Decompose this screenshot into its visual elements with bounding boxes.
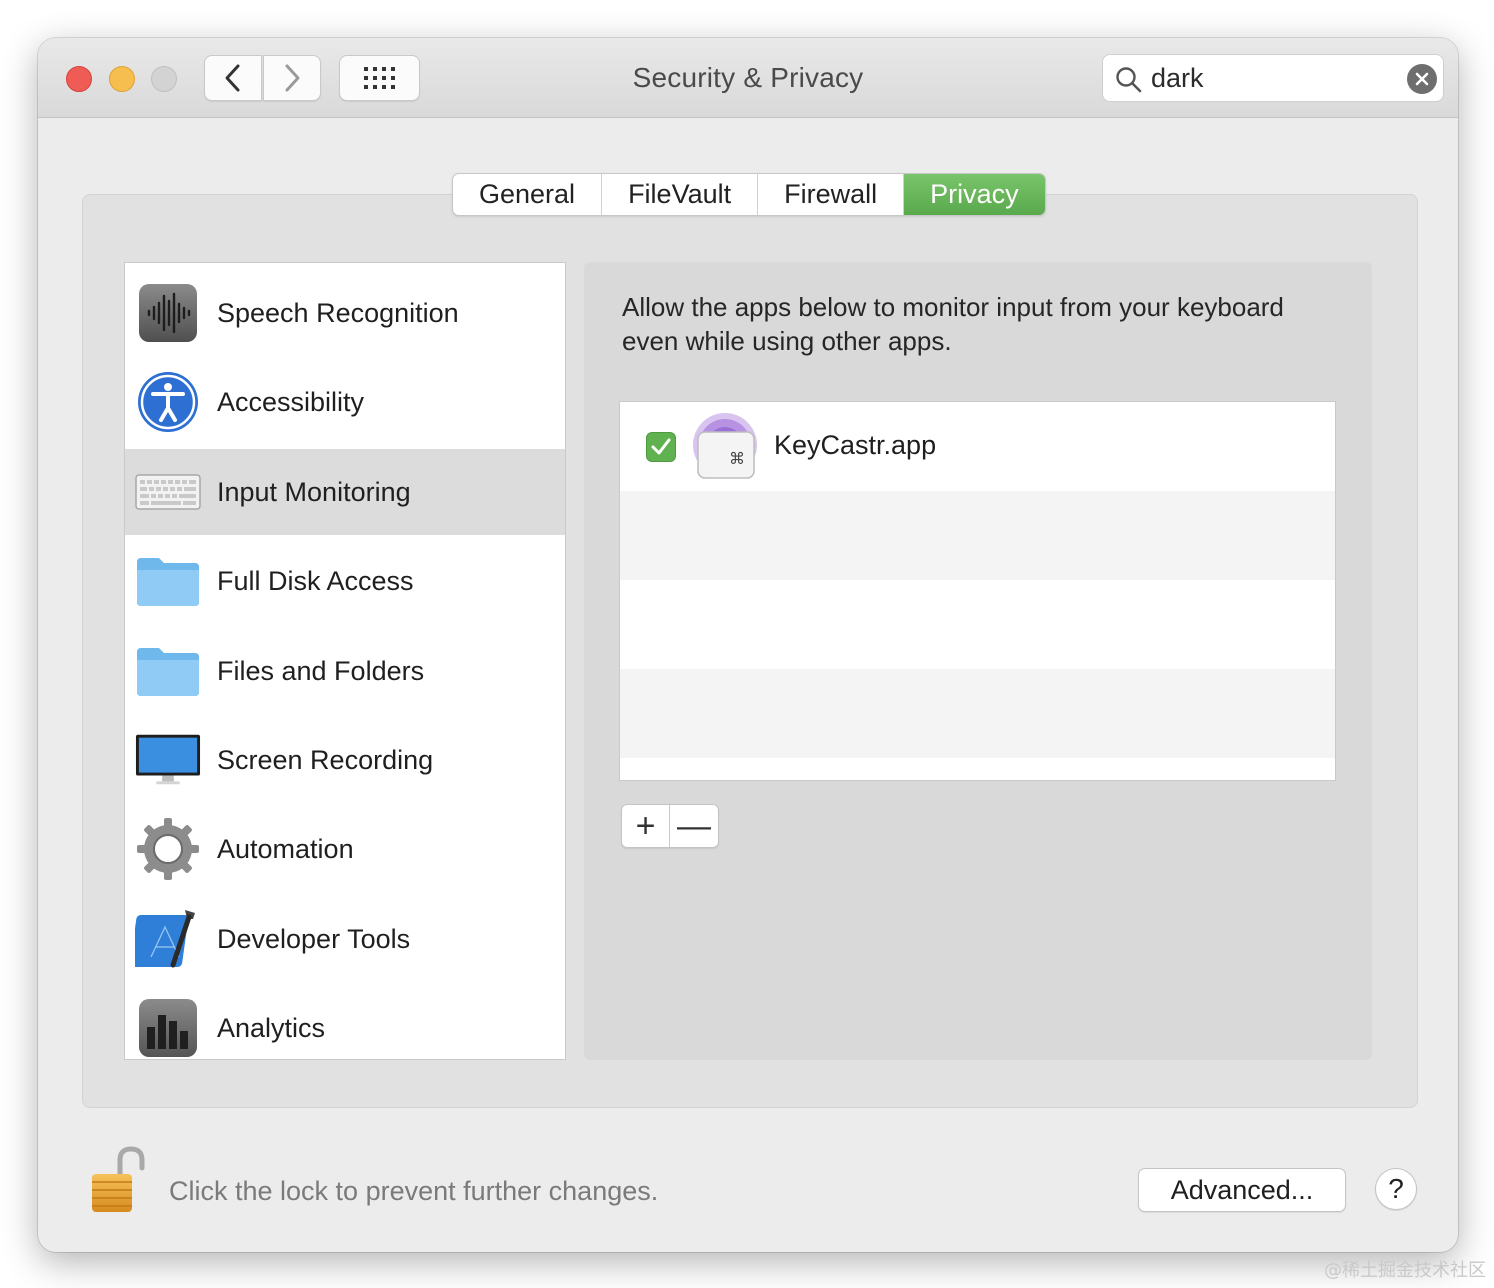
developer-tools-icon xyxy=(135,906,201,972)
sidebar-item-full-disk-access[interactable]: Full Disk Access xyxy=(125,538,565,624)
app-row[interactable]: ⌘ KeyCastr.app xyxy=(620,402,1335,491)
lock-icon[interactable] xyxy=(88,1146,148,1216)
tab-filevault[interactable]: FileVault xyxy=(602,174,759,215)
panel-description: Allow the apps below to monitor input fr… xyxy=(622,292,1284,356)
sidebar-item-files-and-folders[interactable]: Files and Folders xyxy=(125,628,565,714)
empty-row xyxy=(620,580,1335,669)
app-name: KeyCastr.app xyxy=(774,430,937,460)
gear-icon xyxy=(135,816,201,882)
bar-chart-icon xyxy=(135,995,201,1059)
watermark: @稀土掘金技术社区 xyxy=(1324,1260,1486,1281)
sidebar-item-label: Automation xyxy=(217,833,354,864)
checkmark-icon xyxy=(651,438,671,455)
tab-bar: General FileVault Firewall Privacy xyxy=(452,173,1046,216)
advanced-button[interactable]: Advanced... xyxy=(1138,1168,1346,1212)
sidebar-item-developer-tools[interactable]: Developer Tools xyxy=(125,896,565,982)
empty-row xyxy=(620,491,1335,580)
empty-row xyxy=(620,669,1335,758)
sidebar-item-automation[interactable]: Automation xyxy=(125,806,565,892)
sidebar-item-label: Files and Folders xyxy=(217,655,425,686)
preferences-window: Security & Privacy General FileVault Fir… xyxy=(38,38,1458,1252)
sidebar-item-label: Developer Tools xyxy=(217,923,411,954)
sidebar-item-label: Speech Recognition xyxy=(217,297,459,328)
waveform-icon xyxy=(135,280,201,346)
tab-firewall[interactable]: Firewall xyxy=(758,174,905,215)
search-icon xyxy=(1116,67,1142,93)
keycastr-app-icon: ⌘ xyxy=(690,412,760,482)
sidebar-item-analytics[interactable]: Analytics xyxy=(125,985,565,1059)
svg-text:⌘: ⌘ xyxy=(729,449,745,468)
sidebar-item-label: Screen Recording xyxy=(217,744,434,775)
tab-privacy[interactable]: Privacy xyxy=(904,174,1045,215)
sidebar-item-input-monitoring[interactable]: Input Monitoring xyxy=(125,449,565,535)
add-app-button[interactable]: + xyxy=(622,805,671,847)
tab-general[interactable]: General xyxy=(453,174,603,215)
accessibility-icon xyxy=(135,369,201,435)
app-enabled-checkbox[interactable] xyxy=(646,432,676,462)
close-icon xyxy=(1415,72,1429,86)
search-field[interactable] xyxy=(1102,54,1444,102)
title-bar: Security & Privacy xyxy=(38,38,1458,118)
folder-icon xyxy=(135,548,201,614)
sidebar-item-screen-recording[interactable]: Screen Recording xyxy=(125,717,565,803)
sidebar-item-label: Full Disk Access xyxy=(217,565,414,596)
clear-search-button[interactable] xyxy=(1407,64,1437,94)
sidebar-item-label: Input Monitoring xyxy=(217,476,411,507)
lock-status-text: Click the lock to prevent further change… xyxy=(169,1176,659,1206)
monitor-icon xyxy=(135,727,201,793)
folder-icon xyxy=(135,638,201,704)
app-list: ⌘ KeyCastr.app xyxy=(619,401,1336,781)
sidebar-item-label: Analytics xyxy=(217,1012,326,1043)
remove-app-button[interactable]: — xyxy=(670,805,718,847)
sidebar-item-speech-recognition[interactable]: Speech Recognition xyxy=(125,270,565,356)
keyboard-icon xyxy=(135,459,201,525)
privacy-category-list: Speech Recognition Accessibility Input M… xyxy=(124,262,566,1060)
help-button[interactable]: ? xyxy=(1375,1168,1417,1210)
sidebar-item-label: Accessibility xyxy=(217,386,365,417)
sidebar-item-accessibility[interactable]: Accessibility xyxy=(125,359,565,445)
add-remove-control: + — xyxy=(621,804,719,848)
search-input[interactable] xyxy=(1151,61,1401,95)
